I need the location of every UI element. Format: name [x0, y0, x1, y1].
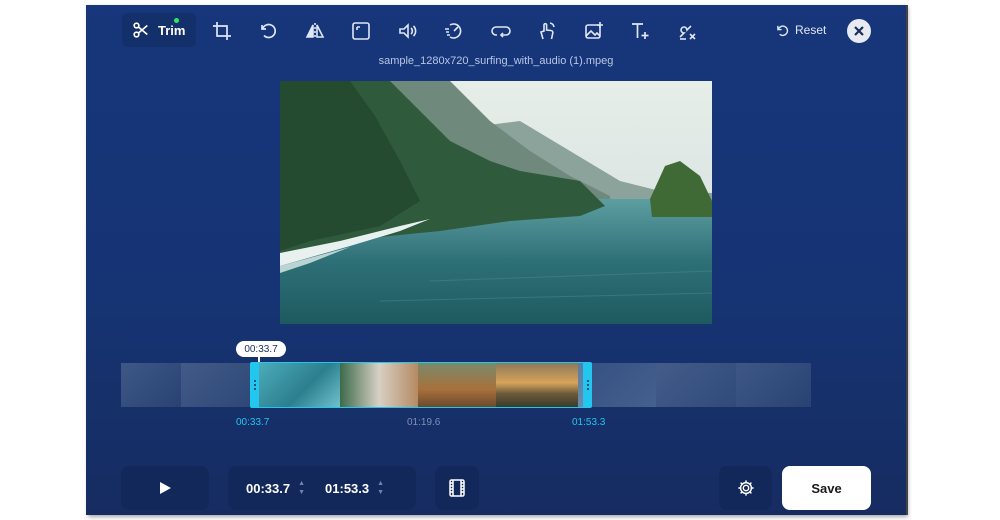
speed-tool-button[interactable]	[438, 15, 470, 47]
reset-button[interactable]: Reset	[776, 23, 826, 37]
rotate-icon	[261, 23, 277, 39]
loop-tool-button[interactable]	[485, 15, 517, 47]
timeline-thumbnail	[340, 363, 418, 407]
remove-watermark-icon	[679, 25, 696, 40]
trim-end-time-label: 01:53.3	[572, 417, 606, 428]
flip-icon	[305, 23, 325, 39]
window-edge	[906, 5, 908, 515]
trimmed-out-region-right	[591, 363, 811, 407]
selection-border-bottom	[256, 407, 586, 408]
selection-border-top	[256, 362, 586, 363]
trimmed-out-region-left	[121, 363, 251, 407]
active-indicator-dot	[174, 18, 179, 23]
trim-timeline[interactable]	[121, 362, 811, 408]
end-time-input[interactable]: 01:53.3	[325, 481, 369, 496]
chevron-up-icon[interactable]: ▲	[377, 479, 384, 488]
trim-mid-time-label: 01:19.6	[407, 417, 441, 428]
settings-button[interactable]	[719, 466, 772, 510]
rotate-tool-button[interactable]	[252, 15, 284, 47]
remove-watermark-tool-button[interactable]	[671, 15, 703, 47]
trim-end-handle[interactable]	[583, 362, 592, 408]
play-icon	[160, 482, 171, 494]
film-strip-icon	[449, 479, 465, 497]
speed-icon	[445, 23, 462, 39]
resize-icon	[352, 22, 370, 40]
close-button[interactable]	[847, 19, 871, 43]
volume-icon	[399, 23, 417, 39]
timeline-thumbnail	[418, 363, 496, 407]
chevron-down-icon[interactable]: ▼	[377, 488, 384, 497]
add-image-tool-button[interactable]	[578, 15, 610, 47]
undo-icon	[777, 24, 789, 36]
start-time-stepper[interactable]: ▲ ▼	[298, 479, 305, 497]
video-preview[interactable]	[280, 81, 712, 324]
add-text-tool-button[interactable]	[624, 15, 656, 47]
stabilize-icon	[540, 22, 555, 40]
trim-time-inputs: 00:33.7 ▲ ▼ 01:53.3 ▲ ▼	[228, 466, 416, 510]
timeline-thumbnail	[251, 363, 340, 407]
start-time-input[interactable]: 00:33.7	[246, 481, 290, 496]
split-clip-button[interactable]	[435, 466, 479, 510]
loop-icon	[491, 26, 511, 38]
add-text-icon	[632, 23, 649, 39]
volume-tool-button[interactable]	[392, 15, 424, 47]
scissors-icon	[133, 22, 148, 38]
chevron-down-icon[interactable]: ▼	[298, 488, 305, 497]
trim-start-time-label: 00:33.7	[236, 417, 270, 428]
trim-label: Trim	[158, 22, 186, 38]
resize-tool-button[interactable]	[345, 15, 377, 47]
end-time-stepper[interactable]: ▲ ▼	[377, 479, 384, 497]
save-button[interactable]: Save	[782, 466, 871, 510]
trim-start-handle[interactable]	[250, 362, 259, 408]
video-filename: sample_1280x720_surfing_with_audio (1).m…	[378, 55, 614, 67]
crop-icon	[213, 22, 231, 40]
playhead-time-tooltip: 00:33.7	[236, 341, 286, 357]
chevron-up-icon[interactable]: ▲	[298, 479, 305, 488]
play-button[interactable]	[121, 466, 209, 510]
toolbar: Trim Reset	[86, 11, 906, 51]
crop-tool-button[interactable]	[206, 15, 238, 47]
timeline-thumbnail	[496, 363, 578, 407]
flip-tool-button[interactable]	[299, 15, 331, 47]
video-editor-window: Trim Reset sample_1280x720_surfing_with_…	[86, 5, 906, 515]
gear-icon	[737, 480, 754, 496]
video-frame-image	[280, 81, 712, 324]
reset-label: Reset	[795, 23, 827, 37]
trim-tool-button[interactable]: Trim	[122, 13, 196, 47]
close-icon	[854, 26, 864, 36]
stabilize-tool-button[interactable]	[531, 15, 563, 47]
add-image-icon	[585, 22, 603, 39]
